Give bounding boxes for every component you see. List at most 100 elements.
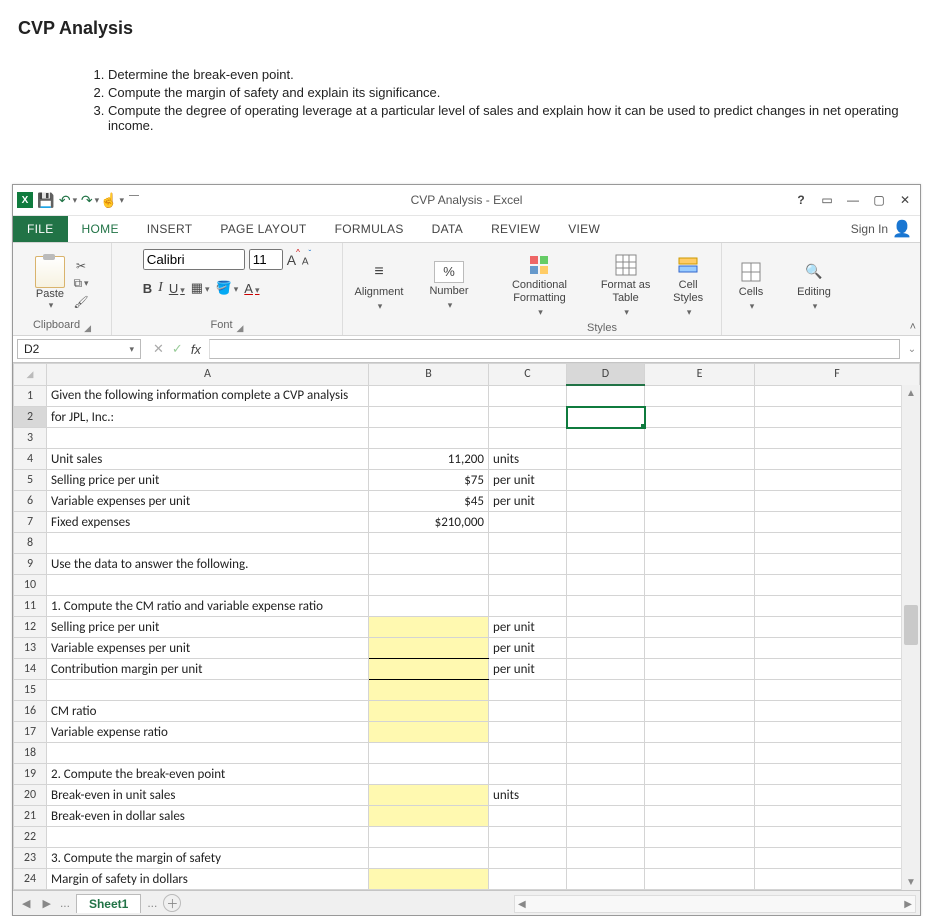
cell[interactable]	[369, 533, 489, 554]
fill-color-icon[interactable]: 🪣▾	[216, 280, 239, 296]
cell[interactable]	[755, 575, 920, 596]
cell[interactable]	[755, 722, 920, 743]
font-name-input[interactable]	[143, 249, 245, 270]
cell[interactable]	[567, 533, 645, 554]
cell[interactable]	[489, 848, 567, 869]
cell[interactable]: 2. Compute the break-even point	[47, 764, 369, 785]
maximize-icon[interactable]: ▢	[870, 191, 888, 209]
italic-button[interactable]: I	[158, 280, 163, 296]
shrink-font-icon[interactable]: Aˇ	[302, 253, 311, 267]
cell[interactable]	[645, 428, 755, 449]
cell[interactable]	[369, 428, 489, 449]
cell[interactable]	[489, 385, 567, 407]
tab-home[interactable]: HOME	[68, 216, 133, 242]
cell[interactable]	[369, 638, 489, 659]
cell[interactable]	[369, 701, 489, 722]
copy-icon[interactable]: ⧉▾	[73, 277, 89, 291]
grid-table[interactable]: ◢ A B C D E F 1Given the following infor…	[13, 363, 920, 890]
cell[interactable]: 1. Compute the CM ratio and variable exp…	[47, 596, 369, 617]
cell[interactable]: units	[489, 785, 567, 806]
cell[interactable]	[489, 512, 567, 533]
cell[interactable]	[645, 596, 755, 617]
cell[interactable]	[755, 491, 920, 512]
cell[interactable]	[755, 743, 920, 764]
row-header[interactable]: 7	[14, 512, 47, 533]
cell[interactable]	[489, 596, 567, 617]
row-header[interactable]: 1	[14, 385, 47, 407]
cell[interactable]	[489, 869, 567, 890]
cell[interactable]	[369, 848, 489, 869]
row-header[interactable]: 24	[14, 869, 47, 890]
scroll-left-icon[interactable]: ◀	[515, 899, 529, 910]
row-header[interactable]: 12	[14, 617, 47, 638]
cell[interactable]	[645, 659, 755, 680]
cell[interactable]	[567, 848, 645, 869]
cell[interactable]	[645, 806, 755, 827]
cell[interactable]	[755, 596, 920, 617]
row-header[interactable]: 17	[14, 722, 47, 743]
row-header[interactable]: 8	[14, 533, 47, 554]
paste-button[interactable]: Paste ▾	[35, 256, 65, 311]
cell[interactable]	[489, 407, 567, 428]
cell[interactable]	[755, 449, 920, 470]
cell[interactable]	[489, 428, 567, 449]
underline-button[interactable]: U▾	[169, 281, 185, 296]
cell[interactable]: per unit	[489, 470, 567, 491]
cell[interactable]	[755, 407, 920, 428]
cell[interactable]	[47, 575, 369, 596]
cell[interactable]	[645, 785, 755, 806]
cell[interactable]	[47, 827, 369, 848]
cell[interactable]	[489, 575, 567, 596]
cell[interactable]: Use the data to answer the following.	[47, 554, 369, 575]
row-header[interactable]: 2	[14, 407, 47, 428]
cell[interactable]	[47, 680, 369, 701]
row-header[interactable]: 3	[14, 428, 47, 449]
number-button[interactable]: % Number ▾	[415, 243, 483, 335]
cell[interactable]	[47, 743, 369, 764]
sheet-list-icon[interactable]: ...	[60, 896, 70, 910]
close-icon[interactable]: ✕	[896, 191, 914, 209]
save-icon[interactable]: 💾	[37, 191, 55, 209]
cell[interactable]	[567, 491, 645, 512]
row-header[interactable]: 16	[14, 701, 47, 722]
cell[interactable]	[369, 575, 489, 596]
tab-data[interactable]: DATA	[418, 216, 477, 242]
cell[interactable]	[755, 764, 920, 785]
cell[interactable]	[645, 575, 755, 596]
scroll-thumb[interactable]	[904, 605, 918, 645]
cell[interactable]	[567, 701, 645, 722]
cells-button[interactable]: Cells ▾	[722, 243, 780, 335]
sheet-tab-sheet1[interactable]: Sheet1	[76, 894, 141, 913]
row-header[interactable]: 20	[14, 785, 47, 806]
redo-icon[interactable]: ↷▾	[81, 191, 99, 209]
cell[interactable]	[645, 385, 755, 407]
cell[interactable]	[645, 554, 755, 575]
cell[interactable]	[645, 722, 755, 743]
cell[interactable]	[369, 554, 489, 575]
collapse-ribbon-icon[interactable]: ˄	[910, 321, 916, 333]
cell[interactable]: Break-even in unit sales	[47, 785, 369, 806]
row-header[interactable]: 15	[14, 680, 47, 701]
cell[interactable]	[489, 764, 567, 785]
cell[interactable]	[755, 701, 920, 722]
row-header[interactable]: 14	[14, 659, 47, 680]
cell[interactable]: $45	[369, 491, 489, 512]
cell[interactable]	[645, 743, 755, 764]
cell[interactable]	[489, 554, 567, 575]
row-header[interactable]: 13	[14, 638, 47, 659]
cell[interactable]	[567, 785, 645, 806]
cell[interactable]: Unit sales	[47, 449, 369, 470]
next-sheet-icon[interactable]: ▶	[39, 897, 53, 910]
cell[interactable]: CM ratio	[47, 701, 369, 722]
cell[interactable]	[369, 617, 489, 638]
cell[interactable]	[567, 596, 645, 617]
cell[interactable]	[645, 449, 755, 470]
cell[interactable]	[755, 428, 920, 449]
cell[interactable]	[755, 848, 920, 869]
cell[interactable]: Variable expense ratio	[47, 722, 369, 743]
cell[interactable]	[567, 385, 645, 407]
cell[interactable]	[645, 869, 755, 890]
font-size-input[interactable]	[249, 249, 283, 270]
cell[interactable]	[755, 554, 920, 575]
row-header[interactable]: 4	[14, 449, 47, 470]
